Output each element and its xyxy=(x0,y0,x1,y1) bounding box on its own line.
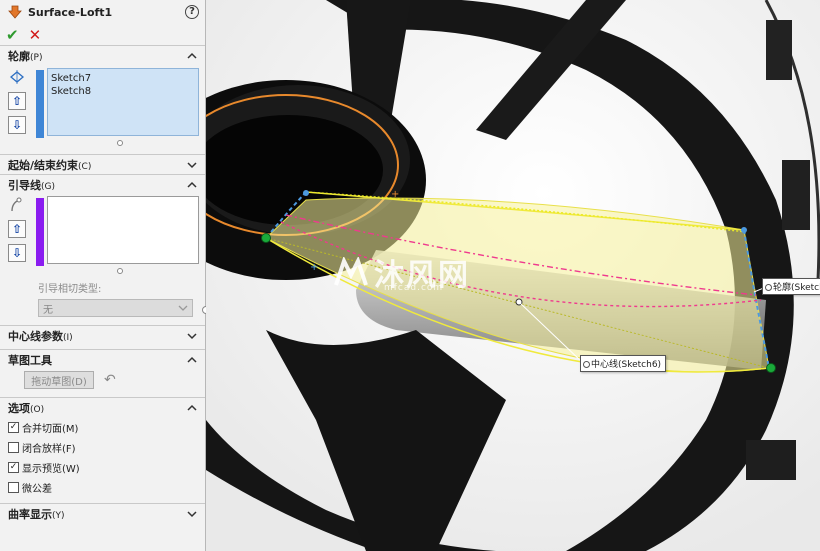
section-sketch-tools-title: 草图工具 xyxy=(8,353,52,367)
chevron-up-icon[interactable] xyxy=(187,355,197,365)
option-merge-tangent[interactable]: ✓ 合并切面(M) xyxy=(0,417,205,437)
undo-drag-icon[interactable]: ↶ xyxy=(104,372,116,388)
ok-check-icon[interactable]: ✔ xyxy=(6,26,19,44)
section-curvature-header[interactable]: 曲率显示(Y) xyxy=(0,503,205,523)
section-centerline-title: 中心线参数 xyxy=(8,329,63,343)
ring-tab xyxy=(766,20,792,80)
drag-sketch-button[interactable]: 拖动草图(D) xyxy=(24,371,94,389)
option-label: 闭合放样(F) xyxy=(22,443,76,455)
section-options-header[interactable]: 选项(O) xyxy=(0,397,205,417)
property-manager: Surface-Loft1 ? ✔ ✕ 轮廓(P) ⇧ ⇩ Sketch7 Sk… xyxy=(0,0,206,551)
guides-box-row: ⇧ ⇩ xyxy=(0,194,205,266)
section-start-end-header[interactable]: 起始/结束约束(C) xyxy=(0,154,205,174)
section-profiles-header[interactable]: 轮廓(P) xyxy=(0,46,205,66)
callout-centerline-text: 中心线(Sketch6) xyxy=(591,360,662,370)
option-close-loft[interactable]: 闭合放样(F) xyxy=(0,437,205,457)
profiles-list[interactable]: Sketch7 Sketch8 xyxy=(47,68,199,136)
option-label: 合并切面(M) xyxy=(22,423,79,435)
move-up-button[interactable]: ⇧ xyxy=(8,220,26,238)
tangency-type-value: 无 xyxy=(43,304,53,316)
merge-tangent-checkbox[interactable]: ✓ xyxy=(8,421,19,433)
chevron-down-icon xyxy=(178,305,188,311)
section-profiles-mnemonic: (P) xyxy=(30,53,43,63)
section-options-title: 选项 xyxy=(8,401,30,415)
guides-icon-column: ⇧ ⇩ xyxy=(8,196,30,266)
section-guides-header[interactable]: 引导线(G) xyxy=(0,174,205,194)
guides-color-bar xyxy=(36,198,44,266)
section-centerline-header[interactable]: 中心线参数(I) xyxy=(0,325,205,345)
cancel-x-icon[interactable]: ✕ xyxy=(29,26,42,44)
sketch-tools-row: 拖动草图(D) ↶ xyxy=(24,371,205,389)
chevron-down-icon[interactable] xyxy=(187,509,197,519)
chevron-down-icon[interactable] xyxy=(187,160,197,170)
option-label: 显示预览(W) xyxy=(22,463,80,475)
callout-profile[interactable]: 轮廓(Sketch xyxy=(762,278,820,295)
option-micro-tolerance[interactable]: 微公差 xyxy=(0,477,205,497)
guides-list[interactable] xyxy=(47,196,199,264)
chevron-down-icon[interactable] xyxy=(187,331,197,341)
ring-tab xyxy=(746,440,796,480)
chevron-up-icon[interactable] xyxy=(187,403,197,413)
tangency-type-label: 引导相切类型: xyxy=(38,284,102,295)
profiles-icon-column: ⇧ ⇩ xyxy=(8,68,30,138)
start-point[interactable] xyxy=(261,233,271,243)
options-list: ✓ 合并切面(M) 闭合放样(F) ✓ 显示预览(W) 微公差 xyxy=(0,417,205,497)
confirm-row: ✔ ✕ xyxy=(0,24,205,46)
section-guides-title: 引导线 xyxy=(8,178,41,192)
list-item[interactable]: Sketch7 xyxy=(51,72,195,85)
section-curvature-mnemonic: (Y) xyxy=(52,510,65,521)
guide-curve-icon xyxy=(8,196,26,214)
feature-titlebar: Surface-Loft1 ? xyxy=(0,0,205,24)
loft-feature-icon xyxy=(8,5,22,19)
show-preview-checkbox[interactable]: ✓ xyxy=(8,461,19,473)
section-options-mnemonic: (O) xyxy=(30,404,45,415)
move-up-button[interactable]: ⇧ xyxy=(8,92,26,110)
option-label: 微公差 xyxy=(22,483,52,495)
section-start-end-title: 起始/结束约束 xyxy=(8,158,79,172)
section-start-end-mnemonic: (C) xyxy=(78,161,92,172)
micro-tolerance-checkbox[interactable] xyxy=(8,481,19,493)
end-point[interactable] xyxy=(766,363,776,373)
list-item[interactable]: Sketch8 xyxy=(51,85,195,98)
svg-text:+: + xyxy=(310,262,318,273)
chevron-up-icon[interactable] xyxy=(187,180,197,190)
section-sketch-tools-header[interactable]: 草图工具 xyxy=(0,349,205,369)
graphics-viewport[interactable]: + + 沐风网 mfcad.com 中心线(Sketch6) 轮廓(Sketch xyxy=(206,0,820,551)
chevron-up-icon[interactable] xyxy=(187,51,197,61)
move-down-button[interactable]: ⇩ xyxy=(8,116,26,134)
profile-point[interactable] xyxy=(741,227,747,233)
profiles-resize-grip[interactable] xyxy=(117,140,123,146)
section-guides-mnemonic: (G) xyxy=(41,181,55,192)
profile-icon xyxy=(8,68,26,86)
profiles-box-row: ⇧ ⇩ Sketch7 Sketch8 xyxy=(0,66,205,138)
option-show-preview[interactable]: ✓ 显示预览(W) xyxy=(0,457,205,477)
close-loft-checkbox[interactable] xyxy=(8,441,19,453)
svg-text:+: + xyxy=(391,189,399,200)
profile-point[interactable] xyxy=(303,190,309,196)
callout-centerline[interactable]: 中心线(Sketch6) xyxy=(580,355,667,372)
model-scene[interactable]: + + xyxy=(206,0,820,551)
help-icon[interactable]: ? xyxy=(185,5,199,19)
watermark-logo-icon xyxy=(334,257,368,286)
callout-profile-text: 轮廓(Sketch xyxy=(773,283,820,293)
section-curvature-title: 曲率显示 xyxy=(8,507,52,521)
watermark-url: mfcad.com xyxy=(384,283,444,293)
profiles-color-bar xyxy=(36,70,44,138)
ring-tab xyxy=(782,160,810,230)
tangency-type-dropdown[interactable]: 无 xyxy=(38,299,193,317)
section-centerline-mnemonic: (I) xyxy=(63,332,73,343)
section-profiles-title: 轮廓 xyxy=(8,50,30,63)
feature-title: Surface-Loft1 xyxy=(28,5,113,19)
move-down-button[interactable]: ⇩ xyxy=(8,244,26,262)
